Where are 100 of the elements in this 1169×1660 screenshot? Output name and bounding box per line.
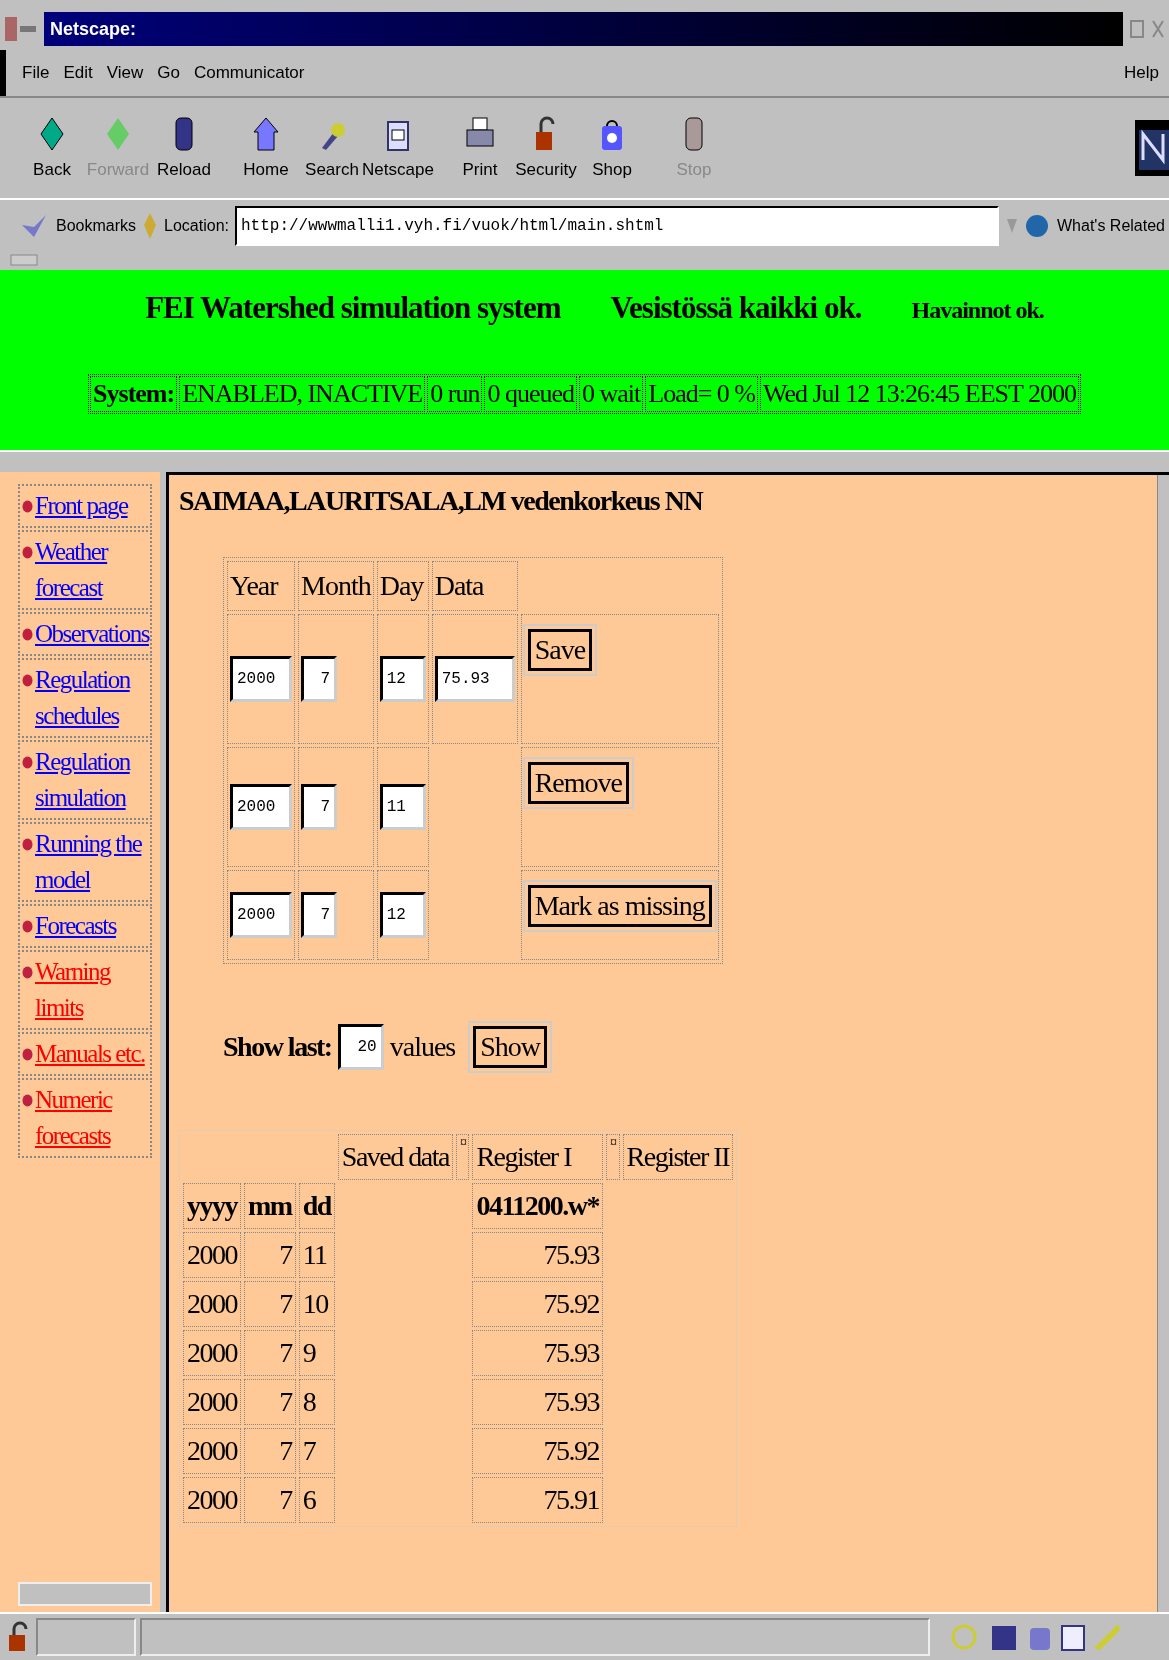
column-header: Day [376,561,429,611]
month-field[interactable]: 7 [301,892,337,938]
table-cell: 75.91 [472,1477,604,1523]
bullet-icon [22,1048,33,1061]
show-last-label: Show last: [223,1031,332,1063]
menu-item[interactable]: Help [1124,63,1159,83]
table-header: ¤ [455,1134,470,1180]
toolbar-button[interactable]: Back [20,116,84,180]
station-title: SAIMAA,LAURITSALA,LM vedenkorkeus NN [179,485,704,517]
table-cell: 7 [298,1428,335,1474]
status-cell: 0 queued [484,376,577,412]
maximize-icon[interactable] [1129,19,1145,39]
menu-item[interactable]: File [22,63,50,83]
grip-icon[interactable] [10,254,38,266]
status-cell: Wed Jul 12 13:26:45 EEST 2000 [760,376,1079,412]
horizontal-scrollbar[interactable] [18,1582,152,1606]
watershed-status: Vesistössä kaikki ok. [610,290,862,326]
table-cell: 2000 [183,1330,241,1376]
data-field[interactable]: 75.93 [434,656,515,702]
table-cell: 2000 [183,1232,241,1278]
table-cell: 2000 [183,1379,241,1425]
status-cell: 0 wait [579,376,644,412]
bullet-icon [22,546,33,559]
toolbar-button[interactable]: Reload [152,116,216,180]
count-field[interactable]: 20 [337,1024,384,1070]
table-cell: 10 [298,1281,335,1327]
menu-item[interactable]: View [106,63,144,83]
window-title: Netscape: [44,12,1123,46]
table-cell: 2000 [183,1428,241,1474]
bookmarks-button[interactable]: Bookmarks [56,217,137,235]
table-cell: 11 [298,1232,335,1278]
values-label: values [389,1031,456,1063]
bullet-icon [22,756,33,769]
table-cell: 8 [298,1379,335,1425]
status-cell: 0 run [427,376,483,412]
year-field[interactable]: 2000 [230,892,292,938]
table-header: Register I [472,1134,604,1180]
status-cell: ENABLED, INACTIVE [179,376,426,412]
table-cell: 75.93 [472,1330,604,1376]
day-field[interactable]: 12 [379,656,426,702]
bullet-icon [22,966,33,979]
table-header: mm [244,1183,296,1229]
toolbar-button[interactable]: Shop [580,116,644,180]
close-icon[interactable] [1151,19,1165,39]
bullet-icon [22,674,33,687]
table-cell: 2000 [183,1477,241,1523]
toolbar-button[interactable]: Print [448,116,512,180]
day-field[interactable]: 12 [379,892,426,938]
table-cell: 75.92 [472,1428,604,1474]
toolbar-button[interactable]: Search [300,116,364,180]
page-title: FEI Watershed simulation system [145,290,561,326]
table-cell: 2000 [183,1281,241,1327]
table-cell: 7 [244,1379,296,1425]
bullet-icon [22,500,33,513]
year-field[interactable]: 2000 [230,656,292,702]
toolbar-button[interactable]: Security [514,116,578,180]
table-cell: 7 [244,1232,296,1278]
year-field[interactable]: 2000 [230,784,292,830]
table-cell: 6 [298,1477,335,1523]
month-field[interactable]: 7 [301,656,337,702]
table-header: dd [298,1183,335,1229]
table-cell: 7 [244,1477,296,1523]
observations-status: Havainnot ok. [911,297,1044,324]
url-field[interactable]: http://wwwmalli1.vyh.fi/vuok/html/main.shtml [234,206,999,246]
column-header: Data [431,561,518,611]
column-header: Month [298,561,374,611]
table-header: 0411200.w* [472,1183,604,1229]
table-cell: 7 [244,1428,296,1474]
toolbar-button[interactable]: Home [234,116,298,180]
table-cell: 75.93 [472,1379,604,1425]
whats-related-button[interactable]: What's Related [1057,217,1165,235]
netscape-logo[interactable] [1135,120,1169,176]
forward-arrow-icon [105,116,131,152]
bullet-icon [22,1094,33,1107]
table-cell: 7 [244,1281,296,1327]
menu-item[interactable]: Edit [63,63,93,83]
bullet-icon [22,628,33,641]
table-cell: 7 [244,1330,296,1376]
menu-item[interactable]: Go [157,63,180,83]
window-menu-icon[interactable] [4,14,38,44]
location-icon [142,211,159,241]
table-header: Saved data [337,1134,453,1180]
status-cell: System: [90,376,178,412]
table-cell: 75.93 [472,1232,604,1278]
table-cell: 9 [298,1330,335,1376]
table-cell: 75.92 [472,1281,604,1327]
bullet-icon [22,920,33,933]
menu-item[interactable]: Communicator [193,63,305,83]
status-cell: Load= 0 % [645,376,758,412]
month-field[interactable]: 7 [301,784,337,830]
house-icon [252,116,280,152]
back-arrow-icon [39,116,65,152]
column-header: Year [227,561,295,611]
table-header: yyyy [183,1183,241,1229]
table-header: Register II [622,1134,734,1180]
bullet-icon [22,838,33,851]
day-field[interactable]: 11 [379,784,426,830]
table-header: ¤ [606,1134,620,1180]
location-label: Location: [164,217,229,235]
vertical-scrollbar[interactable] [1157,475,1169,1612]
